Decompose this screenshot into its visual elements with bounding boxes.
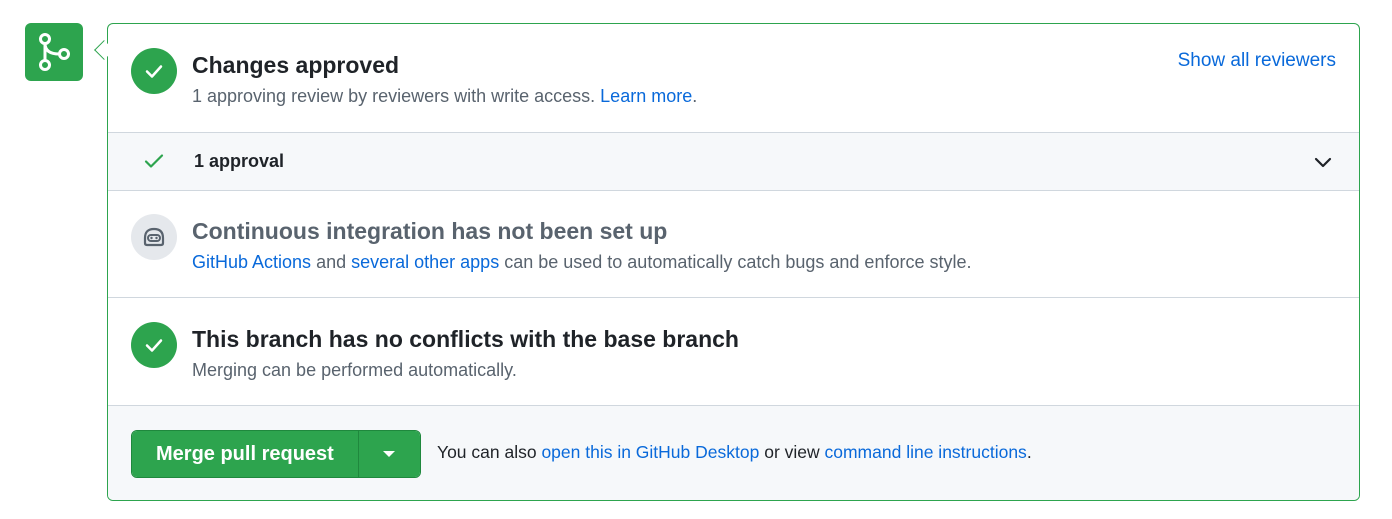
approvals-summary-row[interactable]: 1 approval bbox=[108, 132, 1359, 191]
chevron-down-icon[interactable] bbox=[1313, 152, 1333, 177]
merge-alternatives-hint: You can also open this in GitHub Desktop… bbox=[437, 442, 1032, 463]
merge-box: Changes approved 1 approving review by r… bbox=[107, 23, 1360, 501]
merge-pull-request-button[interactable]: Merge pull request bbox=[132, 431, 358, 477]
ci-status-section: Continuous integration has not been set … bbox=[108, 191, 1359, 298]
merge-hint-middle: or view bbox=[759, 442, 825, 462]
merge-actions-section: Merge pull request You can also open thi… bbox=[108, 406, 1359, 500]
github-actions-link[interactable]: GitHub Actions bbox=[192, 252, 311, 272]
check-circle-icon bbox=[131, 48, 177, 94]
review-status-description: 1 approving review by reviewers with wri… bbox=[192, 86, 697, 107]
conflicts-status-description: Merging can be performed automatically. bbox=[192, 360, 517, 380]
check-circle-icon bbox=[131, 322, 177, 368]
ci-status-description: GitHub Actions and several other apps ca… bbox=[192, 252, 971, 273]
review-description-suffix: . bbox=[692, 86, 698, 106]
conflicts-status-title: This branch has no conflicts with the ba… bbox=[192, 326, 739, 352]
review-status-section: Changes approved 1 approving review by r… bbox=[108, 24, 1359, 132]
robot-icon bbox=[131, 214, 177, 260]
merge-hint-prefix: You can also bbox=[437, 442, 542, 462]
learn-more-link[interactable]: Learn more bbox=[600, 86, 692, 106]
conflicts-status-section: This branch has no conflicts with the ba… bbox=[108, 298, 1359, 406]
show-all-reviewers-link[interactable]: Show all reviewers bbox=[1178, 50, 1336, 72]
merge-method-dropdown-button[interactable] bbox=[357, 431, 420, 477]
review-description-text: 1 approving review by reviewers with wri… bbox=[192, 86, 596, 106]
git-merge-icon bbox=[25, 23, 83, 81]
ci-status-title: Continuous integration has not been set … bbox=[192, 218, 668, 244]
approvals-count-label: 1 approval bbox=[194, 151, 285, 171]
triangle-down-icon bbox=[383, 451, 396, 457]
review-status-title: Changes approved bbox=[192, 52, 400, 78]
ci-text-rest: can be used to automatically catch bugs … bbox=[499, 252, 972, 272]
check-icon bbox=[144, 151, 164, 176]
merge-button-group: Merge pull request bbox=[131, 430, 421, 478]
merge-hint-suffix: . bbox=[1026, 442, 1032, 462]
open-in-github-desktop-link[interactable]: open this in GitHub Desktop bbox=[541, 442, 759, 462]
command-line-instructions-link[interactable]: command line instructions bbox=[825, 442, 1027, 462]
several-other-apps-link[interactable]: several other apps bbox=[351, 252, 499, 272]
ci-text-and: and bbox=[311, 252, 352, 272]
